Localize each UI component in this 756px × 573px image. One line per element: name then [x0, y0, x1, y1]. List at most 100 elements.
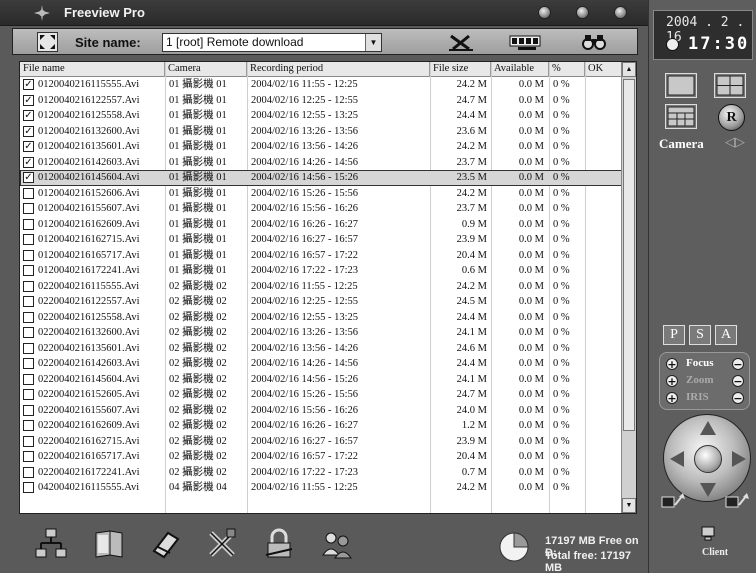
zoom-plus-button[interactable]: +	[666, 375, 678, 387]
column-header-file-name[interactable]: File name	[20, 62, 165, 77]
column-header-camera[interactable]: Camera	[165, 62, 247, 77]
scroll-thumb[interactable]	[623, 79, 635, 431]
focus-plus-button[interactable]: +	[666, 358, 678, 370]
table-row[interactable]: ✓ 0120040216145604.Avi 01 攝影機 01 2004/02/16…	[20, 170, 622, 186]
network-icon[interactable]	[34, 527, 68, 561]
book-icon[interactable]	[92, 527, 126, 561]
layout-multi-button[interactable]	[665, 104, 697, 129]
table-row[interactable]: 0220040216155607.Avi 02 攝影機 02 2004/02/16 …	[20, 403, 622, 419]
table-row[interactable]: ✓ 0120040216142603.Avi 01 攝影機 01 2004/02/16…	[20, 155, 622, 171]
delete-icon[interactable]	[447, 33, 475, 52]
row-checkbox[interactable]: ✓	[23, 79, 34, 90]
expand-button[interactable]	[37, 32, 58, 52]
joystick-center-button[interactable]	[694, 445, 722, 473]
iris-plus-button[interactable]: +	[666, 392, 678, 404]
row-checkbox[interactable]	[23, 451, 34, 462]
ptz-joystick[interactable]	[663, 414, 751, 502]
preset-p-button[interactable]: P	[663, 325, 685, 345]
row-checkbox[interactable]: ✓	[23, 125, 34, 137]
table-row[interactable]: 0220040216135601.Avi 02 攝影機 02 2004/02/16 …	[20, 341, 622, 357]
vertical-scrollbar[interactable]: ▲ ▼	[621, 62, 636, 513]
table-row[interactable]: 0120040216155607.Avi 01 攝影機 01 2004/02/16 …	[20, 201, 622, 217]
row-checkbox[interactable]	[23, 342, 34, 354]
row-checkbox[interactable]	[23, 296, 34, 307]
table-row[interactable]: ✓ 0120040216132600.Avi 01 攝影機 01 2004/02/16…	[20, 124, 622, 140]
table-row[interactable]: 0220040216132600.Avi 02 攝影機 02 2004/02/16 …	[20, 325, 622, 341]
table-row[interactable]: ✓ 0120040216122557.Avi 01 攝影機 01 2004/02/16…	[20, 93, 622, 109]
table-row[interactable]: 0120040216162609.Avi 01 攝影機 01 2004/02/16 …	[20, 217, 622, 233]
download-queue-icon[interactable]	[508, 33, 544, 52]
row-checkbox[interactable]	[23, 311, 34, 323]
table-row[interactable]: 0220040216152605.Avi 02 攝影機 02 2004/02/16 …	[20, 387, 622, 403]
row-checkbox[interactable]	[23, 373, 34, 385]
table-row[interactable]: 0420040216115555.Avi 04 攝影機 04 2004/02/16 …	[20, 480, 622, 496]
table-row[interactable]: 0220040216145604.Avi 02 攝影機 02 2004/02/16 …	[20, 372, 622, 388]
table-row[interactable]: 0220040216142603.Avi 02 攝影機 02 2004/02/16 …	[20, 356, 622, 372]
row-checkbox[interactable]: ✓	[23, 94, 34, 106]
table-row[interactable]: 0120040216152606.Avi 01 攝影機 01 2004/02/16 …	[20, 186, 622, 202]
minimize-button[interactable]	[538, 6, 551, 19]
row-checkbox[interactable]	[23, 420, 34, 431]
column-header-file-size[interactable]: File size	[430, 62, 491, 77]
column-header-ok[interactable]: OK	[585, 62, 622, 77]
record-button[interactable]: R	[718, 104, 745, 131]
row-checkbox[interactable]	[23, 187, 34, 199]
row-checkbox[interactable]: ✓	[23, 172, 34, 183]
layout-quad-button[interactable]	[714, 73, 746, 98]
camera-switch-arrows-icon[interactable]: ◁▷	[725, 134, 745, 150]
column-header-percent[interactable]: %	[549, 62, 585, 77]
preset-s-button[interactable]: S	[689, 325, 711, 345]
iris-minus-button[interactable]: −	[732, 392, 744, 404]
row-checkbox[interactable]: ✓	[23, 141, 34, 152]
table-row[interactable]: ✓ 0120040216125558.Avi 01 攝影機 01 2004/02/16…	[20, 108, 622, 124]
row-checkbox[interactable]	[23, 327, 34, 338]
focus-minus-button[interactable]: −	[732, 358, 744, 370]
tools-icon[interactable]	[205, 527, 239, 561]
lock-icon[interactable]	[262, 527, 296, 561]
table-row[interactable]: ✓ 0120040216115555.Avi 01 攝影機 01 2004/02/16…	[20, 77, 622, 93]
chevron-down-icon[interactable]: ▼	[365, 34, 381, 51]
row-checkbox[interactable]	[23, 280, 34, 292]
row-checkbox[interactable]	[23, 389, 34, 400]
column-header-recording-period[interactable]: Recording period	[247, 62, 430, 77]
column-header-available[interactable]: Available	[491, 62, 549, 77]
row-checkbox[interactable]	[23, 234, 34, 245]
row-checkbox[interactable]	[23, 435, 34, 447]
zoom-minus-button[interactable]: −	[732, 375, 744, 387]
row-checkbox[interactable]	[23, 466, 34, 478]
row-checkbox[interactable]: ✓	[23, 156, 34, 168]
camera-left-icon[interactable]	[661, 491, 687, 513]
table-row[interactable]: 0120040216165717.Avi 01 攝影機 01 2004/02/16 …	[20, 248, 622, 264]
row-checkbox[interactable]	[23, 203, 34, 214]
table-row[interactable]: 0220040216122557.Avi 02 攝影機 02 2004/02/16 …	[20, 294, 622, 310]
time-display: 17:30	[688, 34, 750, 54]
row-checkbox[interactable]	[23, 404, 34, 416]
table-row[interactable]: 0220040216162609.Avi 02 攝影機 02 2004/02/16 …	[20, 418, 622, 434]
table-row[interactable]: 0220040216162715.Avi 02 攝影機 02 2004/02/16 …	[20, 434, 622, 450]
table-row[interactable]: 0220040216165717.Avi 02 攝影機 02 2004/02/16 …	[20, 449, 622, 465]
client-icon[interactable]	[700, 526, 718, 542]
layout-single-button[interactable]	[665, 73, 697, 98]
preset-a-button[interactable]: A	[715, 325, 737, 345]
scroll-down-button[interactable]: ▼	[622, 498, 636, 513]
table-row[interactable]: ✓ 0120040216135601.Avi 01 攝影機 01 2004/02/16…	[20, 139, 622, 155]
row-checkbox[interactable]: ✓	[23, 110, 34, 121]
table-row[interactable]: 0220040216172241.Avi 02 攝影機 02 2004/02/16 …	[20, 465, 622, 481]
eraser-icon[interactable]	[148, 527, 182, 561]
binoculars-icon[interactable]	[581, 33, 607, 52]
table-row[interactable]: 0220040216125558.Avi 02 攝影機 02 2004/02/16 …	[20, 310, 622, 326]
scroll-up-button[interactable]: ▲	[622, 62, 636, 77]
users-icon[interactable]	[320, 527, 354, 561]
row-checkbox[interactable]	[23, 358, 34, 369]
row-checkbox[interactable]	[23, 249, 34, 261]
table-row[interactable]: 0120040216162715.Avi 01 攝影機 01 2004/02/16 …	[20, 232, 622, 248]
row-checkbox[interactable]	[23, 265, 34, 276]
close-button[interactable]	[614, 6, 627, 19]
row-checkbox[interactable]	[23, 482, 34, 493]
camera-right-icon[interactable]	[725, 491, 751, 513]
table-row[interactable]: 0120040216172241.Avi 01 攝影機 01 2004/02/16 …	[20, 263, 622, 279]
maximize-button[interactable]	[576, 6, 589, 19]
row-checkbox[interactable]	[23, 218, 34, 230]
table-row[interactable]: 0220040216115555.Avi 02 攝影機 02 2004/02/16 …	[20, 279, 622, 295]
site-name-select[interactable]: 1 [root] Remote download ▼	[162, 33, 382, 52]
